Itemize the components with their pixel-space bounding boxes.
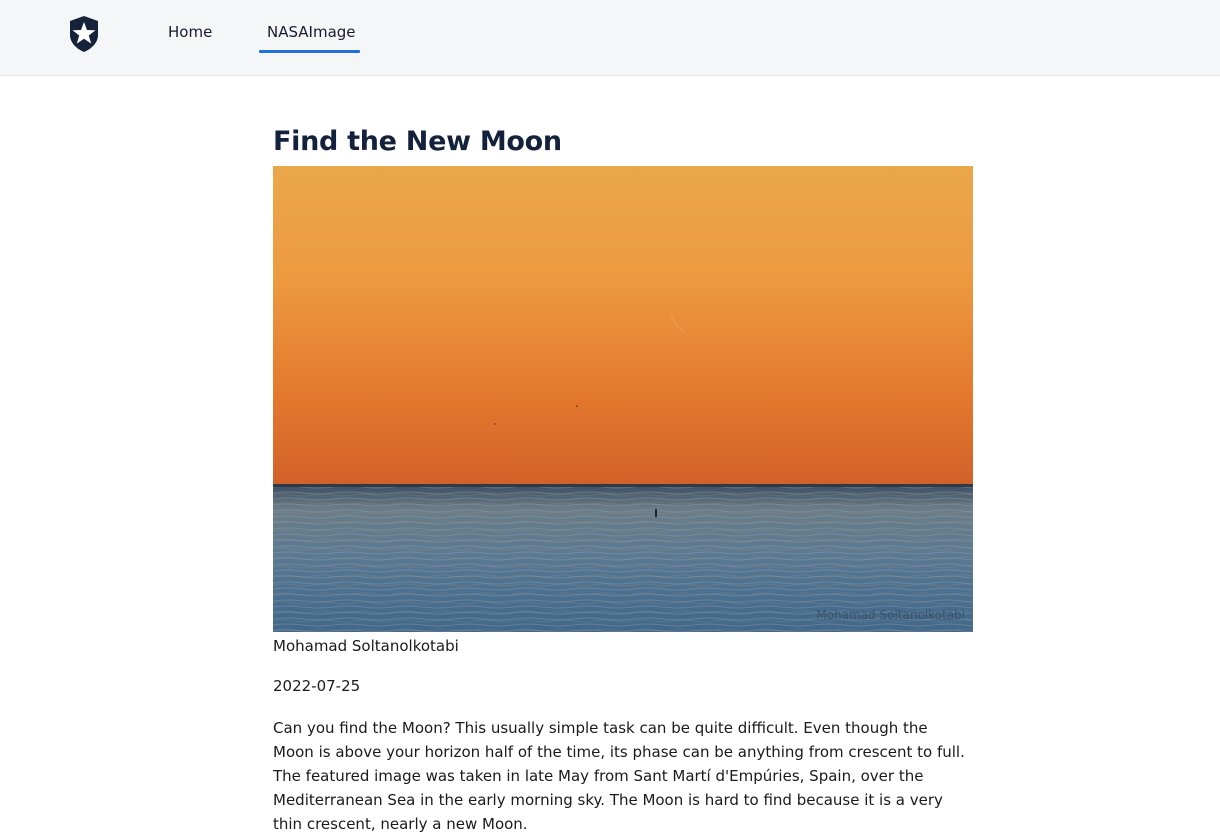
sunset-sea-photo xyxy=(273,166,973,632)
image-description: Can you find the Moon? This usually simp… xyxy=(273,719,965,833)
nav-home-link[interactable]: Home xyxy=(168,22,212,42)
article-content: Find the New Moon Mohamad Soltanolkotabi… xyxy=(273,124,973,836)
shield-star-icon[interactable] xyxy=(66,15,102,53)
image-author: Mohamad Soltanolkotabi xyxy=(273,637,459,655)
nasa-image: Mohamad Soltanolkotabi xyxy=(273,166,973,632)
image-date: 2022-07-25 xyxy=(273,677,361,695)
top-navigation-bar: Home NASAImage xyxy=(0,0,1220,76)
page-title: Find the New Moon xyxy=(273,126,562,157)
nav-nasaimage-link[interactable]: NASAImage xyxy=(267,22,356,42)
active-tab-indicator xyxy=(259,50,360,53)
image-watermark: Mohamad Soltanolkotabi xyxy=(816,608,965,622)
